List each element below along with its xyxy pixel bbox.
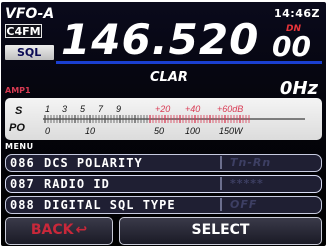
- select-button-label: SELECT: [191, 222, 250, 238]
- menu-item-name: DCS POLARITY: [44, 156, 143, 170]
- select-button[interactable]: SELECT: [119, 217, 322, 245]
- signal-meter: S PO 1 3 5 7 9 +20 +40 +60dB 0 10 50 100 150W: [5, 98, 322, 140]
- menu-item-value: OFF: [230, 198, 258, 211]
- menu-item-name: RADIO ID: [44, 177, 110, 191]
- frequency-underline: [56, 61, 322, 64]
- meter-s-label: S: [15, 105, 23, 117]
- menu-item-divider: [220, 177, 222, 190]
- frequency-fine[interactable]: 00: [272, 32, 311, 62]
- clock: 14:46Z: [274, 7, 320, 20]
- menu-item[interactable]: 086 DCS POLARITY Tn-Rn: [5, 154, 322, 172]
- meter-po-tick-label: 10: [85, 126, 95, 136]
- vfo-label: VFO-A: [5, 6, 55, 22]
- meter-po-tick-label: 100: [185, 126, 200, 136]
- meter-po-tick-label: 150W: [219, 126, 244, 136]
- menu-item-number: 086: [10, 156, 35, 170]
- frequency-main[interactable]: 146.520: [61, 18, 259, 62]
- clar-label: CLAR: [150, 70, 188, 85]
- amp-label: AMP1: [5, 86, 31, 95]
- menu-title: MENU: [5, 142, 34, 151]
- clar-offset: 0Hz: [279, 78, 318, 99]
- mode-badge[interactable]: C4FM: [5, 24, 42, 38]
- radio-display: VFO-A 14:46Z C4FM SQL 146.520 DN 00 CLAR…: [1, 2, 326, 246]
- menu-item[interactable]: 088 DIGITAL SQL TYPE OFF: [5, 196, 322, 214]
- menu-item-number: 087: [10, 177, 35, 191]
- menu-item-name: DIGITAL SQL TYPE: [44, 198, 176, 212]
- menu-item-value: Tn-Rn: [230, 156, 272, 169]
- menu-item-divider: [220, 156, 222, 169]
- meter-s-tick-label: 7: [98, 104, 104, 114]
- meter-graphic: S PO 1 3 5 7 9 +20 +40 +60dB 0 10 50 100 150W: [9, 104, 305, 136]
- back-button-label: BACK: [30, 222, 74, 238]
- meter-s-tick-label: +60dB: [217, 104, 243, 114]
- meter-s-tick-label: 1: [45, 104, 50, 114]
- meter-s-tick-label: 3: [62, 104, 67, 114]
- menu-item-divider: [220, 198, 222, 211]
- menu-item-number: 088: [10, 198, 35, 212]
- return-arrow-icon: ↩: [75, 222, 88, 238]
- meter-po-label: PO: [9, 122, 25, 134]
- menu-item[interactable]: 087 RADIO ID *****: [5, 175, 322, 193]
- meter-s-tick-label: 9: [116, 104, 121, 114]
- menu-item-value: *****: [230, 177, 264, 190]
- back-button[interactable]: BACK ↩: [5, 217, 113, 245]
- sql-badge[interactable]: SQL: [5, 45, 54, 60]
- meter-po-tick-label: 50: [154, 126, 164, 136]
- meter-po-tick-label: 0: [45, 126, 50, 136]
- meter-s-tick-label: 5: [80, 104, 86, 114]
- meter-s-tick-label: +40: [185, 104, 200, 114]
- meter-s-tick-label: +20: [155, 104, 170, 114]
